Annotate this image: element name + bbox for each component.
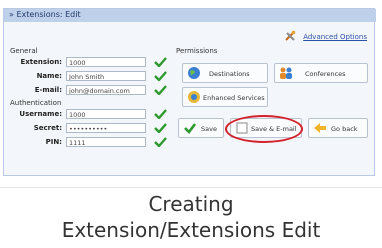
email-label: E-mail: — [34, 86, 62, 94]
secret-label: Secret: — [33, 124, 62, 132]
check-icon — [154, 137, 167, 147]
people-icon — [280, 67, 292, 79]
username-label: Username: — [19, 110, 62, 118]
check-icon — [154, 85, 167, 95]
username-field[interactable]: 1000 — [66, 109, 146, 119]
check-icon — [154, 123, 167, 133]
check-icon — [154, 109, 167, 119]
extension-label: Extension: — [20, 58, 62, 66]
permissions-section-label: Permissions — [176, 47, 218, 55]
enhanced-services-label: Enhanced Services — [203, 94, 265, 102]
extension-field[interactable]: 1000 — [66, 57, 146, 67]
pin-field[interactable]: 1111 — [66, 137, 146, 147]
save-label: Save — [201, 125, 217, 133]
caption-line-2: Extension/Extensions Edit — [61, 218, 321, 242]
name-label: Name: — [36, 72, 62, 80]
name-field[interactable]: John Smith — [66, 71, 146, 81]
conferences-label: Conferences — [305, 70, 346, 78]
destinations-label: Destinations — [209, 70, 250, 78]
tools-icon[interactable] — [284, 30, 296, 42]
secret-field[interactable]: •••••••••• — [66, 123, 146, 133]
back-arrow-icon — [314, 123, 326, 133]
email-field[interactable]: john@domain.com — [66, 85, 146, 95]
panel-title: » Extensions: Edit — [9, 10, 81, 19]
check-icon — [154, 57, 167, 67]
globe-icon — [188, 67, 200, 79]
go-back-label: Go back — [331, 125, 358, 133]
services-icon — [188, 91, 200, 103]
check-icon — [184, 123, 197, 134]
check-icon — [154, 71, 167, 81]
destinations-button[interactable]: Destinations — [182, 63, 268, 83]
pin-label: PIN: — [45, 138, 62, 146]
go-back-button[interactable]: Go back — [308, 118, 368, 138]
enhanced-services-button[interactable]: Enhanced Services — [182, 87, 268, 107]
advanced-options-link[interactable]: Advanced Options — [303, 33, 367, 41]
conferences-button[interactable]: Conferences — [274, 63, 368, 83]
save-button[interactable]: Save — [178, 118, 224, 138]
caption-line-1: Creating — [148, 192, 234, 216]
caption-divider — [0, 187, 382, 188]
panel-title-bar: » Extensions: Edit — [4, 9, 376, 22]
general-section-label: General — [10, 47, 38, 55]
highlight-ellipse — [225, 115, 303, 143]
extension-edit-panel: » Extensions: Edit Advanced Options Gene… — [3, 8, 376, 176]
authentication-section-label: Authentication — [10, 99, 62, 107]
